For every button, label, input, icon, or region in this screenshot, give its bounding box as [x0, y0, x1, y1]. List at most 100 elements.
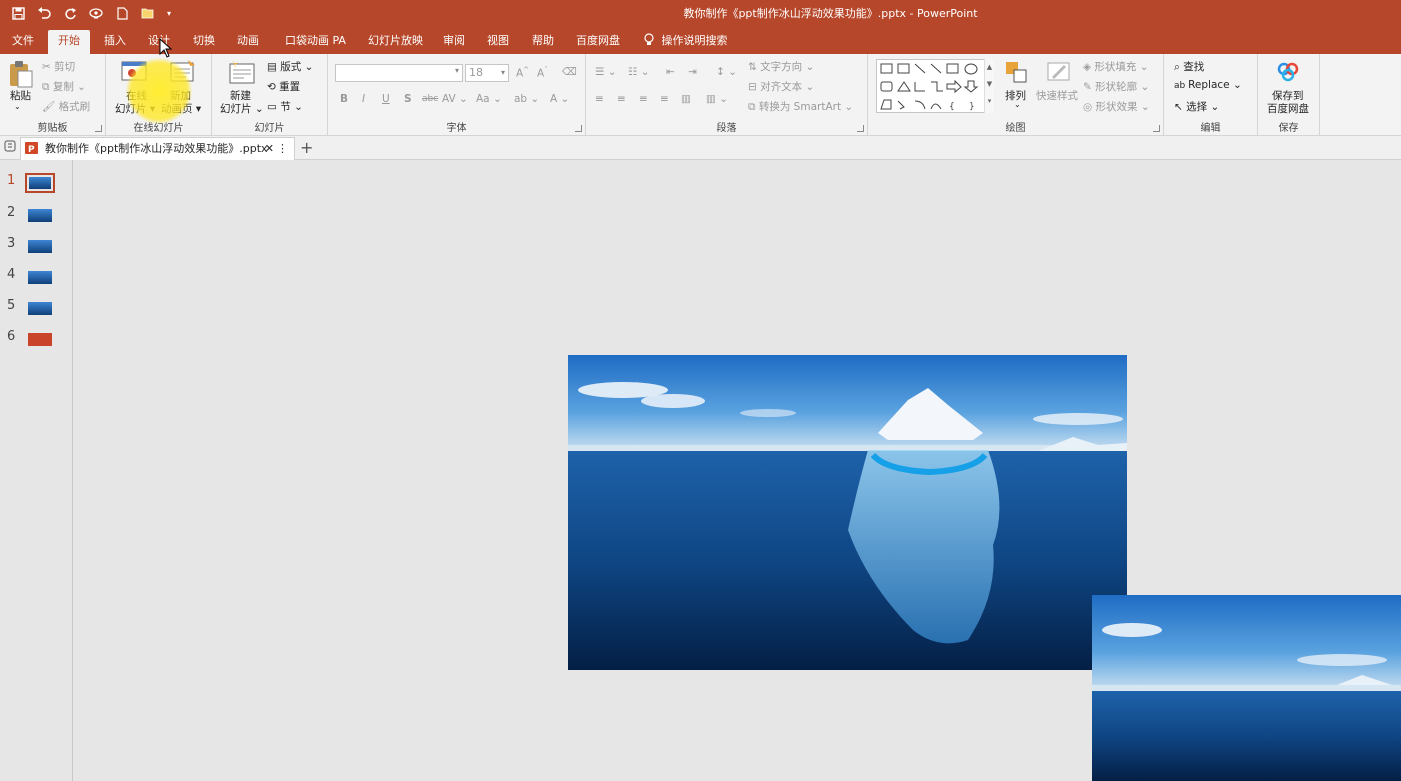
decrease-indent-button[interactable]: ⇤ [666, 66, 675, 78]
tab-pocket-animation[interactable]: 口袋动画 PA [275, 30, 356, 54]
slide-thumbnail[interactable]: 5 [0, 295, 72, 321]
shadow-button[interactable]: S [404, 93, 412, 105]
clipboard-launcher-icon[interactable] [95, 125, 102, 132]
paragraph-launcher-icon[interactable] [857, 125, 864, 132]
slide-editor[interactable] [73, 160, 1401, 781]
line-spacing-button[interactable]: ↕ ⌄ [716, 66, 737, 78]
paste-dropdown-icon[interactable]: ⌄ [14, 102, 21, 111]
distributed-button[interactable]: ▥ [681, 93, 691, 105]
slides-group-label: 幻灯片 [254, 123, 285, 134]
copy-label: 复制 [52, 81, 74, 93]
tab-animations[interactable]: 动画 [227, 30, 269, 54]
clear-formatting-icon[interactable]: ⌫ [562, 66, 577, 78]
align-left-button[interactable]: ≡ [595, 93, 604, 105]
document-tab-bar: P 教你制作《ppt制作冰山浮动效果功能》.pptx ✕ ⋮ + [0, 136, 1401, 160]
tab-help[interactable]: 帮助 [522, 30, 564, 54]
highlight-color-button[interactable]: ab ⌄ [514, 93, 539, 105]
justify-button[interactable]: ≡ [660, 93, 669, 105]
numbering-button[interactable]: ☷ ⌄ [628, 66, 650, 78]
save-to-baidu-button-2[interactable]: 百度网盘 [1267, 101, 1309, 116]
paste-icon[interactable] [8, 60, 34, 88]
tab-baidu-netdisk[interactable]: 百度网盘 [566, 30, 630, 54]
shape-effects-label: 形状效果 [1095, 101, 1138, 113]
tab-insert[interactable]: 插入 [94, 30, 136, 54]
iceberg-image-duplicate[interactable] [1092, 595, 1401, 781]
select-button[interactable]: ↖ 选择 ⌄ [1174, 99, 1219, 114]
reset-button[interactable]: ⟲ 重置 [267, 79, 300, 94]
character-spacing-button[interactable]: AV ⌄ [442, 93, 468, 105]
tab-file[interactable]: 文件 [2, 30, 44, 54]
bullets-button[interactable]: ☰ ⌄ [595, 66, 617, 78]
cursor-icon: ↖ [1174, 101, 1187, 113]
slide-thumbnail[interactable]: 3 [0, 233, 72, 259]
tab-view[interactable]: 视图 [477, 30, 519, 54]
new-slide-button-2[interactable]: 幻灯片 ⌄ [220, 101, 264, 116]
align-right-button[interactable]: ≡ [639, 93, 648, 105]
drawing-launcher-icon[interactable] [1153, 125, 1160, 132]
decrease-font-size-button[interactable]: Aˇ [537, 66, 548, 80]
columns-button[interactable]: ▥ ⌄ [706, 93, 728, 105]
font-name-dropdown-icon[interactable]: ▾ [455, 66, 459, 75]
text-direction-button[interactable]: ⇅ 文字方向 ⌄ [748, 59, 814, 74]
font-name-field[interactable]: ▾ [335, 64, 463, 82]
clipboard-group: 粘贴 ⌄ ✂ 剪切 ⧉ 复制 ⌄ 🖌 格式刷 剪贴板 [0, 54, 106, 136]
tell-me-search[interactable]: 操作说明搜索 [634, 30, 738, 54]
font-size-field[interactable]: 18 ▾ [465, 64, 509, 82]
iceberg-image[interactable] [568, 355, 1127, 670]
slide-number: 2 [7, 205, 16, 220]
slide-thumbnail-image [28, 240, 52, 253]
increase-font-size-button[interactable]: A^ [516, 66, 529, 80]
increase-indent-button[interactable]: ⇥ [688, 66, 697, 78]
bold-button[interactable]: B [340, 93, 348, 105]
new-tab-button[interactable]: + [300, 138, 313, 157]
slide-thumbnail-image [28, 302, 52, 315]
tab-home[interactable]: 开始 [48, 30, 90, 54]
shapes-gallery[interactable]: {} [876, 59, 994, 113]
tab-review[interactable]: 审阅 [433, 30, 475, 54]
slide-thumbnail[interactable]: 4 [0, 264, 72, 290]
section-button[interactable]: ▭ 节 ⌄ [267, 99, 303, 114]
paintbrush-icon: 🖌 [42, 101, 59, 113]
font-size-dropdown-icon[interactable]: ▾ [501, 65, 505, 81]
slide-number: 1 [7, 173, 16, 188]
save-group: 保存到 百度网盘 保存 [1258, 54, 1320, 136]
ribbon: 粘贴 ⌄ ✂ 剪切 ⧉ 复制 ⌄ 🖌 格式刷 剪贴板 在线 幻灯片 ▾ 新加 动… [0, 37, 1401, 136]
shape-effects-button[interactable]: ◎ 形状效果 ⌄ [1083, 99, 1150, 114]
font-color-button[interactable]: A ⌄ [550, 93, 569, 105]
replace-button[interactable]: ab Replace ⌄ [1174, 79, 1242, 91]
shape-fill-button[interactable]: ◈ 形状填充 ⌄ [1083, 59, 1149, 74]
slide-thumbnail[interactable]: 1 [0, 170, 72, 196]
font-launcher-icon[interactable] [575, 125, 582, 132]
shape-fill-label: 形状填充 [1094, 61, 1137, 73]
shape-outline-button[interactable]: ✎ 形状轮廓 ⌄ [1083, 79, 1149, 94]
layout-button[interactable]: ▤ 版式 ⌄ [267, 59, 313, 74]
align-center-button[interactable]: ≡ [617, 93, 626, 105]
copy-button[interactable]: ⧉ 复制 ⌄ [42, 79, 86, 94]
slide-thumbnail[interactable]: 2 [0, 202, 72, 228]
tab-more-icon[interactable]: ⋮ [277, 138, 288, 159]
tab-transitions[interactable]: 切换 [183, 30, 225, 54]
strikethrough-button[interactable]: abc [422, 94, 438, 104]
shapes-scroll[interactable]: ▲ ▼ ▾ [984, 59, 994, 113]
document-tab[interactable]: P 教你制作《ppt制作冰山浮动效果功能》.pptx ✕ ⋮ [20, 137, 295, 160]
change-case-button[interactable]: Aa ⌄ [476, 93, 502, 105]
paste-button[interactable]: 粘贴 [10, 88, 31, 103]
copy-icon: ⧉ [42, 81, 53, 93]
slide-thumbnail[interactable]: 6 [0, 326, 72, 352]
italic-button[interactable]: I [362, 93, 365, 105]
find-button[interactable]: ⌕ 查找 [1174, 59, 1204, 74]
font-group: ▾ 18 ▾ A^ Aˇ ⌫ B I U S abc AV ⌄ Aa ⌄ ab … [328, 54, 586, 136]
close-tab-icon[interactable]: ✕ [265, 138, 274, 159]
scissors-icon: ✂ [42, 61, 55, 73]
cut-button[interactable]: ✂ 剪切 [42, 59, 75, 74]
convert-smartart-button[interactable]: ⧉ 转换为 SmartArt ⌄ [748, 99, 853, 114]
underline-button[interactable]: U [382, 93, 390, 105]
align-text-button[interactable]: ⊟ 对齐文本 ⌄ [748, 79, 814, 94]
tab-slideshow[interactable]: 幻灯片放映 [358, 30, 433, 54]
window-title: 教你制作《ppt制作冰山浮动效果功能》.pptx - PowerPoint [683, 7, 978, 20]
format-painter-button[interactable]: 🖌 格式刷 [42, 99, 90, 114]
tab-list-icon[interactable] [4, 140, 16, 155]
editing-group: ⌕ 查找 ab Replace ⌄ ↖ 选择 ⌄ 编辑 [1164, 54, 1258, 136]
arrange-dropdown-icon[interactable]: ⌄ [1014, 100, 1021, 109]
quick-styles-button[interactable]: 快速样式 [1036, 88, 1078, 103]
